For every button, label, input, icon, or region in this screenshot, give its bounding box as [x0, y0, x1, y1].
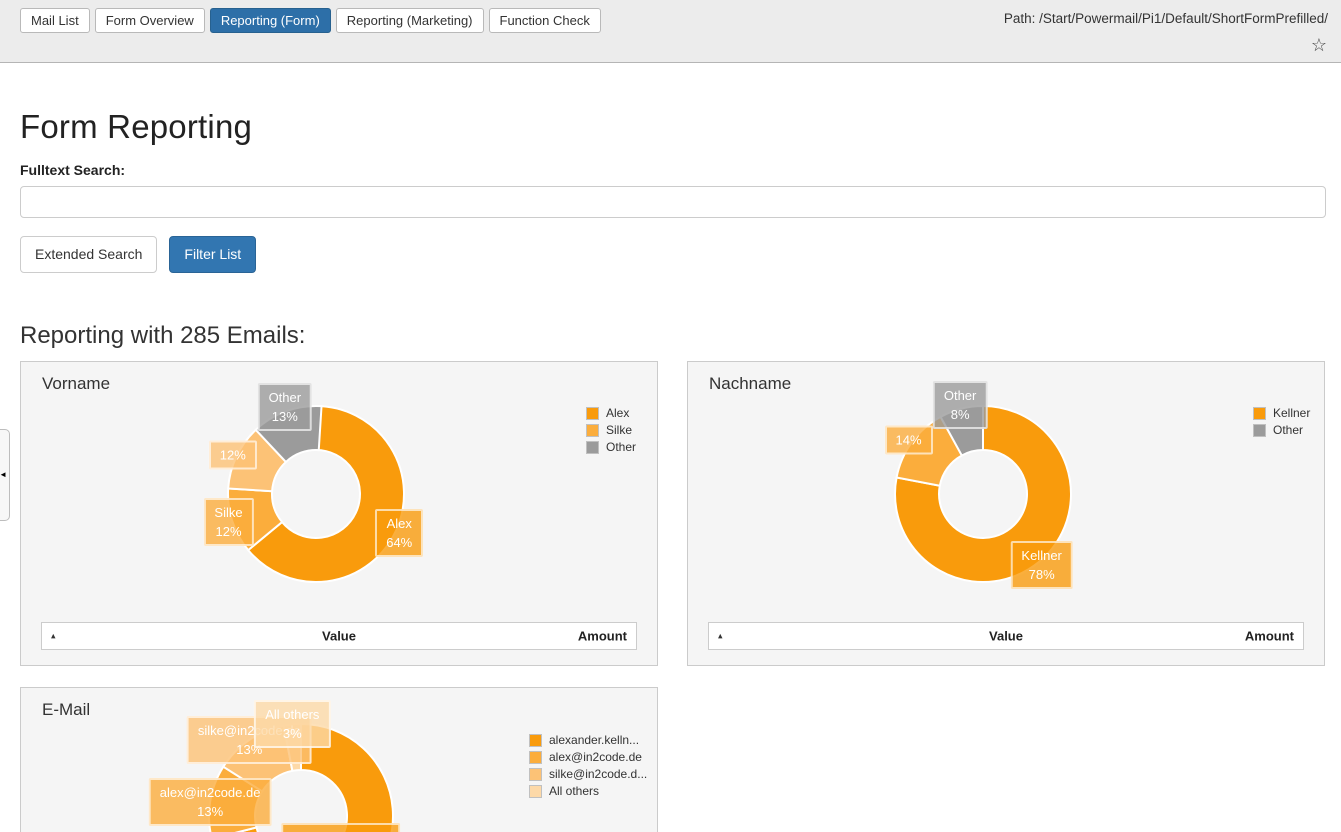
legend-swatch-icon	[586, 441, 599, 454]
page-title: Form Reporting	[20, 108, 1321, 146]
legend-item: Kellner	[1253, 406, 1310, 420]
tab-bar: Mail ListForm OverviewReporting (Form)Re…	[20, 8, 601, 33]
search-buttons-row: Extended Search Filter List	[20, 236, 1321, 273]
legend-label: Other	[606, 440, 636, 454]
tab-function-check[interactable]: Function Check	[489, 8, 601, 33]
chart-legend: Alex Silke Other	[586, 406, 636, 457]
results-table-header: ▴ValueAmount	[41, 622, 637, 650]
slice-label: Silke12%	[203, 498, 253, 546]
legend-label: alex@in2code.de	[549, 750, 642, 764]
chart-panel-vorname: VornameAlex64%Silke12%12%Other13%AlexSil…	[20, 361, 658, 666]
reporting-heading: Reporting with 285 Emails:	[20, 322, 1321, 350]
fulltext-search-label: Fulltext Search:	[20, 162, 1321, 178]
extended-search-button[interactable]: Extended Search	[20, 236, 157, 273]
legend-swatch-icon	[529, 751, 542, 764]
chart-panels: VornameAlex64%Silke12%12%Other13%AlexSil…	[20, 361, 1326, 832]
legend-swatch-icon	[529, 734, 542, 747]
slice-label: Other13%	[258, 383, 313, 431]
legend-item: All others	[529, 784, 647, 798]
legend-label: Alex	[606, 406, 629, 420]
main-content: Form Reporting Fulltext Search: Extended…	[0, 108, 1341, 832]
chart-panel-nachname: NachnameKellner78%14%Other8%KellnerOther…	[687, 361, 1325, 666]
chart-panel-e-mail: E-Mailalexander.kelln...71%alex@in2code.…	[20, 687, 658, 832]
legend-item: Other	[586, 440, 636, 454]
column-header-value[interactable]: Value	[42, 629, 636, 644]
column-header-amount[interactable]: Amount	[1245, 629, 1294, 644]
legend-item: Alex	[586, 406, 636, 420]
legend-label: All others	[549, 784, 599, 798]
legend-item: Silke	[586, 423, 636, 437]
legend-swatch-icon	[529, 768, 542, 781]
column-header-value[interactable]: Value	[709, 629, 1303, 644]
legend-label: Silke	[606, 423, 632, 437]
fulltext-search-input[interactable]	[20, 186, 1326, 218]
legend-item: silke@in2code.d...	[529, 767, 647, 781]
legend-swatch-icon	[586, 407, 599, 420]
collapse-arrow-icon: ◄	[0, 471, 7, 479]
tab-reporting-form[interactable]: Reporting (Form)	[210, 8, 331, 33]
column-header-amount[interactable]: Amount	[578, 629, 627, 644]
legend-swatch-icon	[586, 424, 599, 437]
chart-legend: alexander.kelln... alex@in2code.de silke@i…	[529, 733, 647, 801]
tab-reporting-marketing[interactable]: Reporting (Marketing)	[336, 8, 484, 33]
slice-label: alexander.kelln...71%	[281, 823, 401, 832]
legend-item: Other	[1253, 423, 1310, 437]
slice-label: 12%	[209, 440, 257, 469]
legend-label: alexander.kelln...	[549, 733, 639, 747]
legend-swatch-icon	[1253, 424, 1266, 437]
slice-label: alex@in2code.de13%	[149, 778, 272, 826]
legend-label: Kellner	[1273, 406, 1310, 420]
legend-swatch-icon	[529, 785, 542, 798]
legend-swatch-icon	[1253, 407, 1266, 420]
chart-legend: Kellner Other	[1253, 406, 1310, 440]
legend-item: alex@in2code.de	[529, 750, 647, 764]
slice-label: Other8%	[933, 381, 988, 429]
legend-label: silke@in2code.d...	[549, 767, 647, 781]
results-table-header: ▴ValueAmount	[708, 622, 1304, 650]
tab-mail-list[interactable]: Mail List	[20, 8, 90, 33]
top-toolbar: Mail ListForm OverviewReporting (Form)Re…	[0, 0, 1341, 63]
slice-label: 14%	[885, 425, 933, 454]
legend-label: Other	[1273, 423, 1303, 437]
filter-list-button[interactable]: Filter List	[169, 236, 256, 273]
left-panel-toggle[interactable]: ◄	[0, 429, 10, 521]
breadcrumb-path: Path: /Start/Powermail/Pi1/Default/Short…	[1004, 11, 1328, 26]
slice-label: Alex64%	[375, 509, 423, 557]
slice-label: All others3%	[254, 700, 330, 748]
tab-form-overview[interactable]: Form Overview	[95, 8, 205, 33]
slice-label: Kellner78%	[1010, 541, 1072, 589]
legend-item: alexander.kelln...	[529, 733, 647, 747]
favorite-star-icon[interactable]: ☆	[1311, 36, 1327, 54]
